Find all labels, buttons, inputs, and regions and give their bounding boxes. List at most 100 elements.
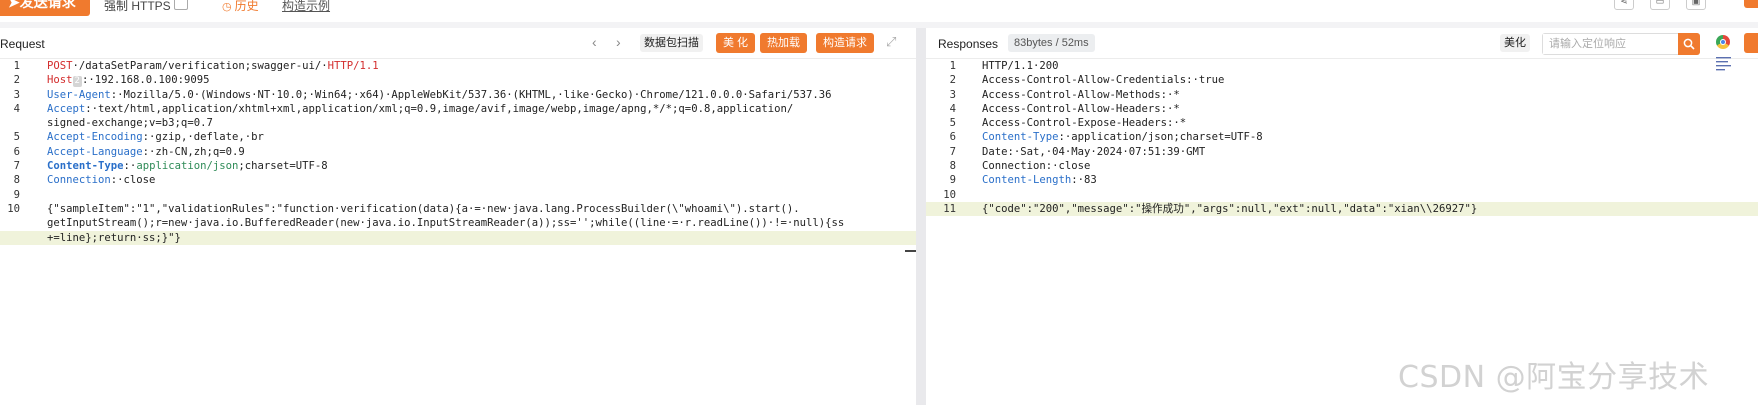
code-token: Access-Control-Allow-Headers:·* xyxy=(982,102,1180,115)
line-number: 7 xyxy=(949,145,956,158)
send-icon: ➤ xyxy=(8,0,20,10)
request-pane: Request ‹ › 数据包扫描 美 化 热加载 构造请求 ⤢ 1 POST·/… xyxy=(0,28,916,405)
hot-load-button[interactable]: 热加载 xyxy=(760,33,807,53)
code-token: :·zh-CN,zh;q=0.9 xyxy=(142,145,245,158)
share-icon[interactable]: ⋖ xyxy=(1614,0,1634,10)
top-toolbar: ➤发送请求 强制 HTTPS ◷ 历史 构造示例 ⋖ ▭ ▣ xyxy=(0,0,1758,22)
request-line: 5 Accept-Encoding:·gzip,·deflate,·br xyxy=(0,130,916,144)
line-number: 7 xyxy=(13,160,20,173)
line-number: 2 xyxy=(13,74,20,87)
request-line: 10 {"sampleItem":"1","validationRules":"f… xyxy=(0,202,916,216)
chevron-left-icon[interactable]: ‹ xyxy=(592,34,597,50)
response-beautify-button[interactable]: 美化 xyxy=(1500,34,1530,52)
response-title: Responses xyxy=(938,37,999,51)
code-token: {"sampleItem":"1","validationRules":"fun… xyxy=(47,202,800,215)
line-number: 3 xyxy=(949,88,956,101)
request-line-text: Host 2:·192.168.0.100:9095 xyxy=(47,73,916,88)
code-token: ·/dataSetParam/verification;swagger-ui/· xyxy=(72,60,328,72)
request-line-text: getInputStream();r=new·java.io.BufferedR… xyxy=(47,216,916,230)
code-token: :·83 xyxy=(1071,174,1097,187)
code-token: :·application/json;charset=UTF-8 xyxy=(1058,131,1263,144)
line-number: 9 xyxy=(13,188,20,201)
build-example-link[interactable]: 构造示例 xyxy=(282,0,330,14)
response-line-text: {"code":"200","message":"操作成功","args":nu… xyxy=(982,202,1758,216)
request-line: 4 Accept:·text/html,application/xhtml+xml… xyxy=(0,102,916,116)
response-line-text: Access-Control-Allow-Methods:·* xyxy=(982,88,1758,102)
line-number: 4 xyxy=(949,102,956,115)
code-token: HTTP/1.1·200 xyxy=(982,60,1059,72)
request-line: getInputStream();r=new·java.io.BufferedR… xyxy=(0,216,916,230)
line-number: 9 xyxy=(949,174,956,187)
response-meta-badge: 83bytes / 52ms xyxy=(1008,34,1095,52)
more-button[interactable] xyxy=(1744,0,1758,8)
line-number: 11 xyxy=(943,202,956,215)
line-number: 10 xyxy=(7,202,20,215)
code-token: :· xyxy=(123,160,137,173)
code-token: Accept-Encoding xyxy=(47,131,143,144)
response-line: 7 Date:·Sat,·04·May·2024·07:51:39·GMT xyxy=(926,145,1758,159)
request-line-text: User-Agent:·Mozilla/5.0·(Windows·NT·10.0… xyxy=(47,88,916,102)
request-editor[interactable]: 1 POST·/dataSetParam/verification;swagger… xyxy=(0,59,916,245)
code-token: Content-Type xyxy=(47,160,124,173)
response-line: 4 Access-Control-Allow-Headers:·* xyxy=(926,102,1758,116)
beautify-button[interactable]: 美 化 xyxy=(716,33,756,53)
code-token: application/json xyxy=(136,160,239,173)
code-token: +=line};return·ss;}"} xyxy=(47,231,181,244)
code-token: :·gzip,·deflate,·br xyxy=(142,131,264,144)
response-line: 1 HTTP/1.1·200 xyxy=(926,59,1758,73)
code-token: :·text/html,application/xhtml+xml,applic… xyxy=(85,102,794,115)
response-header: Responses 83bytes / 52ms 美化 xyxy=(926,28,1758,59)
pane-divider[interactable] xyxy=(916,28,926,405)
build-request-button[interactable]: 构造请求 xyxy=(816,33,874,53)
code-token: Access-Control-Expose-Headers:·* xyxy=(982,117,1187,130)
request-line: 6 Accept-Language:·zh-CN,zh;q=0.9 xyxy=(0,145,916,159)
expand-icon[interactable]: ⤢ xyxy=(886,34,896,50)
history-button[interactable]: ◷ 历史 xyxy=(222,0,259,14)
request-line-text: signed-exchange;v=b3;q=0.7 xyxy=(47,116,916,130)
force-https-label: 强制 HTTPS xyxy=(104,0,171,13)
save-icon[interactable]: ▣ xyxy=(1686,0,1706,10)
search-button[interactable] xyxy=(1678,33,1700,55)
code-token: Access-Control-Allow-Credentials:·true xyxy=(982,74,1225,87)
request-line: 8 Connection:·close xyxy=(0,173,916,187)
line-number: 10 xyxy=(943,188,956,201)
code-token: Connection:·close xyxy=(982,160,1091,173)
line-number: 5 xyxy=(13,131,20,144)
response-line-text: Content-Type:·application/json;charset=U… xyxy=(982,130,1758,144)
copy-icon[interactable]: ▭ xyxy=(1650,0,1670,10)
response-search-input[interactable] xyxy=(1543,34,1683,54)
request-line: 9 xyxy=(0,188,916,202)
code-token: :·192.168.0.100:9095 xyxy=(81,74,210,87)
chevron-right-icon[interactable]: › xyxy=(616,34,621,50)
code-token: ;charset=UTF-8 xyxy=(238,160,328,173)
code-token: {"code":"200","message":"操作成功","args":nu… xyxy=(982,202,1478,215)
request-line-text: Connection:·close xyxy=(47,173,916,187)
send-request-button[interactable]: ➤发送请求 xyxy=(0,0,90,16)
response-line: 2 Access-Control-Allow-Credentials:·true xyxy=(926,73,1758,87)
clock-icon: ◷ xyxy=(222,1,232,13)
response-viewer[interactable]: 1 HTTP/1.1·200 2 Access-Control-Allow-Crede… xyxy=(926,59,1758,217)
code-token: User-Agent xyxy=(47,88,111,101)
response-line-text: Access-Control-Allow-Credentials:·true xyxy=(982,73,1758,87)
code-token: :·Mozilla/5.0·(Windows·NT·10.0;·Win64;·x… xyxy=(110,88,832,101)
response-line: 6 Content-Type:·application/json;charset=… xyxy=(926,130,1758,144)
request-line: +=line};return·ss;}"} xyxy=(0,230,916,245)
side-panel-button[interactable] xyxy=(1744,33,1758,53)
response-line: 5 Access-Control-Expose-Headers:·* xyxy=(926,116,1758,130)
line-number: 1 xyxy=(949,60,956,72)
request-line: 1 POST·/dataSetParam/verification;swagger… xyxy=(0,59,916,73)
line-number: 2 xyxy=(949,74,956,87)
request-line: 2 Host 2:·192.168.0.100:9095 xyxy=(0,73,916,88)
packet-scan-button[interactable]: 数据包扫描 xyxy=(640,34,703,52)
force-https-checkbox[interactable] xyxy=(174,0,188,10)
code-token: Host xyxy=(47,74,73,87)
request-line-text: POST·/dataSetParam/verification;swagger-… xyxy=(47,59,916,73)
line-number: 5 xyxy=(949,117,956,130)
chrome-icon[interactable] xyxy=(1716,35,1730,49)
response-line-text: HTTP/1.1·200 xyxy=(982,59,1758,73)
line-number: 4 xyxy=(13,102,20,115)
request-line: 3 User-Agent:·Mozilla/5.0·(Windows·NT·10.… xyxy=(0,88,916,102)
code-token: Accept xyxy=(47,102,86,115)
request-line-text: Accept:·text/html,application/xhtml+xml,… xyxy=(47,102,916,116)
code-token: POST xyxy=(47,60,73,72)
